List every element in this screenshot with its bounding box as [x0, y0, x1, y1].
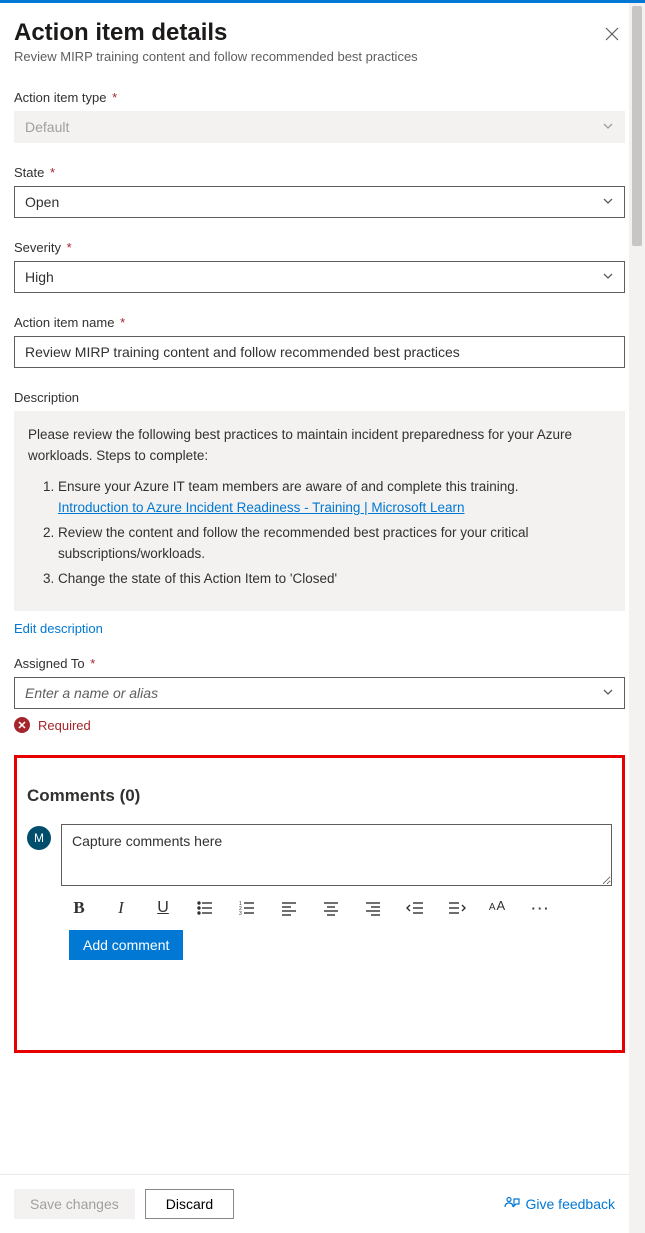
align-center-button[interactable]: [321, 898, 341, 918]
required-error: ✕ Required: [14, 717, 625, 733]
discard-button[interactable]: Discard: [145, 1189, 234, 1219]
underline-button[interactable]: U: [153, 898, 173, 918]
give-feedback-link[interactable]: Give feedback: [504, 1196, 616, 1212]
indent-button[interactable]: [447, 898, 467, 918]
close-button[interactable]: [599, 23, 625, 50]
state-select[interactable]: Open: [14, 186, 625, 218]
assigned-label: Assigned To *: [14, 656, 625, 671]
severity-label: Severity *: [14, 240, 625, 255]
list-item: Ensure your Azure IT team members are aw…: [58, 477, 611, 519]
align-left-button[interactable]: [279, 898, 299, 918]
more-button[interactable]: ···: [531, 898, 551, 918]
description-content: Please review the following best practic…: [14, 411, 625, 611]
name-label: Action item name *: [14, 315, 625, 330]
svg-text:3: 3: [239, 911, 242, 916]
assigned-input[interactable]: Enter a name or alias: [14, 677, 625, 709]
edit-description-button[interactable]: Edit description: [14, 611, 103, 636]
state-label: State *: [14, 165, 625, 180]
name-input[interactable]: Review MIRP training content and follow …: [14, 336, 625, 368]
avatar: M: [27, 826, 51, 850]
severity-select[interactable]: High: [14, 261, 625, 293]
italic-button[interactable]: I: [111, 898, 131, 918]
chevron-down-icon: [602, 119, 614, 135]
number-list-button[interactable]: 123: [237, 898, 257, 918]
chevron-down-icon: [602, 685, 614, 701]
training-link[interactable]: Introduction to Azure Incident Readiness…: [58, 500, 464, 515]
outdent-button[interactable]: [405, 898, 425, 918]
chevron-down-icon: [602, 194, 614, 210]
rich-text-toolbar: B I U 123 AA: [27, 886, 612, 930]
align-right-button[interactable]: [363, 898, 383, 918]
error-icon: ✕: [14, 717, 30, 733]
footer: Save changes Discard Give feedback: [0, 1174, 629, 1233]
save-button: Save changes: [14, 1189, 135, 1219]
comment-textarea[interactable]: Capture comments here: [61, 824, 612, 886]
bold-button[interactable]: B: [69, 898, 89, 918]
chevron-down-icon: [602, 269, 614, 285]
type-select: Default: [14, 111, 625, 143]
bullet-list-button[interactable]: [195, 898, 215, 918]
add-comment-button[interactable]: Add comment: [69, 930, 183, 960]
comments-section-highlight: Comments (0) M Capture comments here B I…: [14, 755, 625, 1053]
type-label: Action item type *: [14, 90, 625, 105]
page-subtitle: Review MIRP training content and follow …: [14, 49, 418, 64]
font-size-button[interactable]: AA: [489, 898, 509, 918]
list-item: Change the state of this Action Item to …: [58, 569, 611, 590]
description-label: Description: [14, 390, 625, 405]
list-item: Review the content and follow the recomm…: [58, 523, 611, 565]
feedback-icon: [504, 1196, 520, 1212]
comments-heading: Comments (0): [27, 786, 612, 806]
page-title: Action item details: [14, 19, 418, 47]
